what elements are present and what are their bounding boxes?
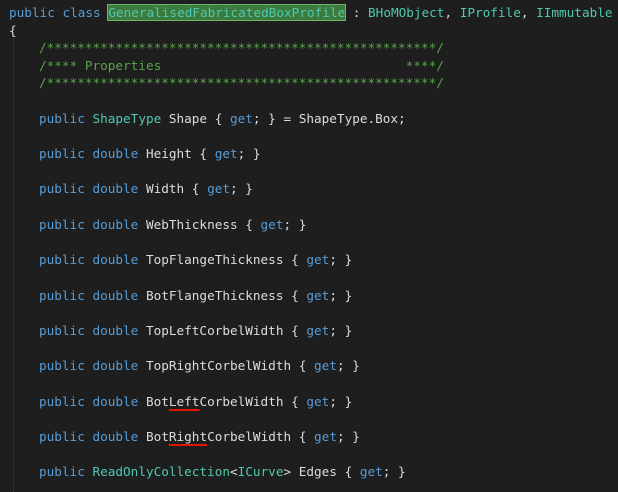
type-name: double [92, 394, 139, 409]
keyword-get: get [207, 181, 230, 196]
keyword-get: get [314, 358, 337, 373]
property-name-suffix: CorbelWidth { [199, 394, 307, 409]
property-top-right-corbel-width[interactable]: public double TopRightCorbelWidth { get;… [39, 357, 360, 375]
spelling-error-squiggle[interactable]: Right [169, 429, 207, 444]
property-web-thickness[interactable]: public double WebThickness { get; } [39, 216, 306, 234]
type-name: double [92, 181, 139, 196]
property-name: Shape { [161, 111, 230, 126]
property-name-prefix: Bot [138, 429, 169, 444]
keyword-get: get [214, 146, 238, 161]
keyword-get: get [306, 394, 330, 409]
open-brace: { [9, 23, 17, 38]
keyword-public: public [39, 288, 85, 303]
type-name: double [92, 323, 139, 338]
keyword-get: get [306, 252, 330, 267]
keyword-get: get [306, 323, 330, 338]
property-bot-right-corbel-width[interactable]: public double BotRightCorbelWidth { get;… [39, 428, 360, 446]
property-top-left-corbel-width[interactable]: public double TopLeftCorbelWidth { get; … [39, 322, 352, 340]
class-name-highlighted[interactable]: GeneralisedFabricatedBoxProfile [107, 4, 347, 21]
base-type-bhomobject[interactable]: BHoMObject [368, 5, 444, 20]
keyword-public: public [39, 252, 85, 267]
type-name: double [92, 358, 139, 373]
comment-line-properties: /**** Properties ****/ [39, 58, 444, 73]
keyword-public: public [39, 358, 85, 373]
property-shape[interactable]: public ShapeType Shape { get; } = ShapeT… [39, 110, 406, 128]
property-width[interactable]: public double Width { get; } [39, 180, 253, 198]
indent-guide [13, 38, 14, 492]
type-name: double [92, 217, 139, 232]
property-name: Edges { [291, 464, 360, 479]
keyword-class: class [62, 5, 101, 20]
comment-line-3: /***************************************… [39, 75, 444, 90]
generic-type[interactable]: ICurve [238, 464, 284, 479]
property-tail: ; } [336, 358, 360, 373]
property-top-flange-thickness[interactable]: public double TopFlangeThickness { get; … [39, 251, 352, 269]
property-tail: ; } [230, 181, 253, 196]
keyword-get: get [359, 464, 383, 479]
property-name: WebThickness { [138, 217, 261, 232]
property-height[interactable]: public double Height { get; } [39, 145, 261, 163]
keyword-public: public [39, 217, 85, 232]
property-name: Width { [138, 181, 208, 196]
keyword-public: public [39, 464, 85, 479]
keyword-public: public [9, 5, 55, 20]
spelling-error-squiggle[interactable]: Left [169, 394, 200, 409]
generic-open: < [229, 464, 238, 479]
type-name: double [92, 288, 139, 303]
keyword-get: get [306, 288, 330, 303]
comma: , [520, 5, 537, 20]
generic-close: > [283, 464, 292, 479]
keyword-public: public [39, 429, 85, 444]
property-tail: ; } [336, 429, 360, 444]
keyword-get: get [314, 429, 337, 444]
keyword-public: public [39, 146, 85, 161]
type-name: double [92, 146, 139, 161]
keyword-get: get [260, 217, 284, 232]
type-name[interactable]: ShapeType [92, 111, 161, 126]
type-name: double [92, 252, 139, 267]
keyword-public: public [39, 323, 85, 338]
property-tail: ; } [329, 323, 353, 338]
property-tail: ; } [329, 288, 353, 303]
property-name: TopLeftCorbelWidth { [138, 323, 307, 338]
interface-iprofile[interactable]: IProfile [460, 5, 521, 20]
property-tail: ; } [237, 146, 261, 161]
type-name[interactable]: ReadOnlyCollection [92, 464, 230, 479]
class-declaration-line[interactable]: public class GeneralisedFabricatedBoxPro… [9, 4, 613, 22]
property-name-prefix: Bot [138, 394, 169, 409]
keyword-get: get [229, 111, 253, 126]
property-name: TopFlangeThickness { [138, 252, 307, 267]
keyword-public: public [39, 111, 85, 126]
code-editor[interactable]: public class GeneralisedFabricatedBoxPro… [0, 0, 618, 492]
type-name: double [92, 429, 139, 444]
property-name: TopRightCorbelWidth { [138, 358, 315, 373]
property-tail: ; } [329, 252, 353, 267]
property-bot-left-corbel-width[interactable]: public double BotLeftCorbelWidth { get; … [39, 393, 352, 411]
comma: , [444, 5, 460, 20]
property-tail: ; } = ShapeType.Box; [252, 111, 406, 126]
property-tail: ; } [329, 394, 353, 409]
colon: : [345, 5, 369, 20]
comment-line-1: /***************************************… [39, 40, 444, 55]
property-tail: ; } [382, 464, 406, 479]
interface-iimmutable[interactable]: IImmutable [536, 5, 612, 20]
property-name: BotFlangeThickness { [138, 288, 307, 303]
keyword-public: public [39, 181, 85, 196]
keyword-public: public [39, 394, 85, 409]
property-bot-flange-thickness[interactable]: public double BotFlangeThickness { get; … [39, 287, 352, 305]
property-name: Height { [138, 146, 215, 161]
property-tail: ; } [283, 217, 307, 232]
property-name-suffix: CorbelWidth { [207, 429, 315, 444]
property-edges[interactable]: public ReadOnlyCollection<ICurve> Edges … [39, 463, 406, 481]
